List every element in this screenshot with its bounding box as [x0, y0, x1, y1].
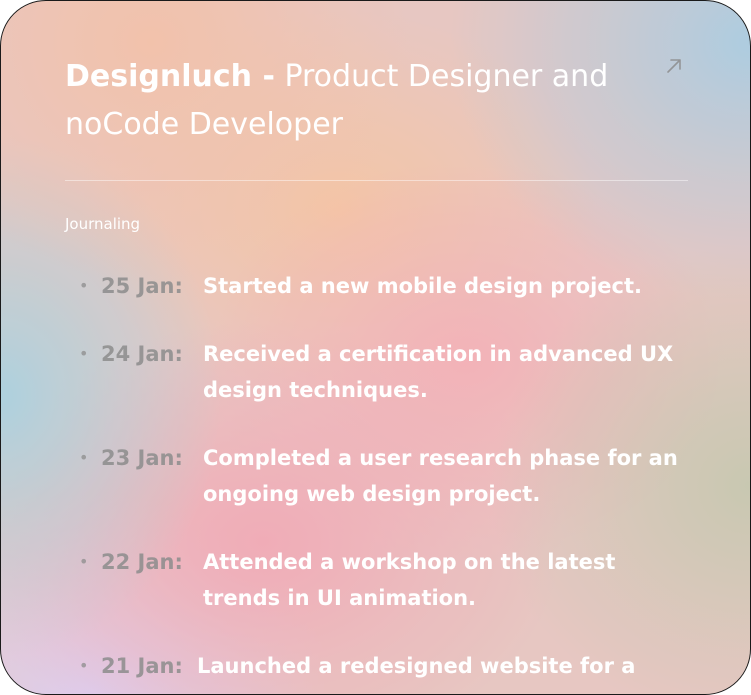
section-label: Journaling	[65, 215, 141, 233]
entry-date: 22 Jan:	[101, 550, 183, 574]
entry-text: Launched a redesigned website for a	[197, 654, 636, 678]
bullet-dot: •	[79, 276, 89, 295]
page-title: Designluch - Product Designer and noCode…	[65, 53, 655, 149]
entry-date: 21 Jan:	[101, 654, 183, 678]
bullet-dot: •	[79, 448, 89, 467]
entry-date: 23 Jan:	[101, 446, 183, 470]
entry-text: Attended a workshop on the latest trends…	[203, 550, 616, 610]
bullet-dot: •	[79, 656, 89, 675]
entry-date: 25 Jan:	[101, 274, 183, 298]
entry-date: 24 Jan:	[101, 342, 183, 366]
entry-text: Completed a user research phase for an o…	[203, 446, 678, 506]
brand-name: Designluch -	[65, 59, 275, 94]
entry-text: Received a certification in advanced UX …	[203, 342, 674, 402]
bullet-dot: •	[79, 344, 89, 363]
entry-text: Started a new mobile design project.	[203, 274, 642, 298]
divider	[65, 180, 688, 181]
journal-card: Designluch - Product Designer and noCode…	[0, 0, 751, 695]
external-arrow-icon[interactable]	[665, 57, 683, 75]
bullet-dot: •	[79, 552, 89, 571]
